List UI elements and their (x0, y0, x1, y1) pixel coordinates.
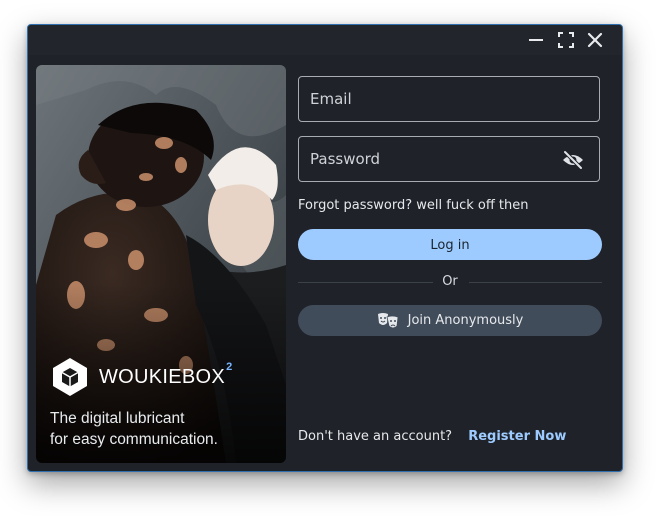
tagline-line-1: The digital lubricant (50, 410, 185, 427)
no-account-text: Don't have an account? (298, 429, 453, 444)
minimize-icon[interactable] (526, 30, 546, 50)
tagline: The digital lubricant for easy communica… (50, 408, 280, 450)
brand-superscript: 2 (226, 361, 233, 373)
fullscreen-icon[interactable] (556, 30, 576, 50)
tagline-line-2: for easy communication. (50, 431, 218, 448)
register-now-link[interactable]: Register Now (468, 429, 566, 444)
woukiebox-logo-icon (53, 358, 87, 396)
password-field (298, 136, 600, 182)
hero-photo (36, 65, 286, 463)
divider-line-right (469, 282, 602, 283)
close-icon[interactable] (585, 30, 605, 50)
brand-name: WOUKIEBOX (99, 365, 226, 388)
email-field (298, 76, 600, 122)
join-anonymously-button[interactable]: Join Anonymously (298, 305, 602, 336)
forgot-password-link[interactable]: Forgot password? well fuck off then (298, 198, 529, 213)
password-input[interactable] (299, 137, 599, 181)
or-divider: Or (298, 274, 602, 290)
brand: WOUKIEBOX 2 (49, 356, 232, 398)
register-prompt: Don't have an account? Register Now (298, 429, 566, 444)
title-bar (28, 25, 622, 55)
hero-image-panel: WOUKIEBOX 2 The digital lubricant for eas… (36, 65, 286, 463)
theater-masks-icon (377, 312, 399, 328)
login-button[interactable]: Log in (298, 229, 602, 260)
email-input[interactable] (299, 77, 599, 121)
login-window: WOUKIEBOX 2 The digital lubricant for eas… (27, 24, 623, 472)
join-anonymously-label: Join Anonymously (407, 313, 524, 328)
eye-off-icon[interactable] (561, 149, 585, 171)
